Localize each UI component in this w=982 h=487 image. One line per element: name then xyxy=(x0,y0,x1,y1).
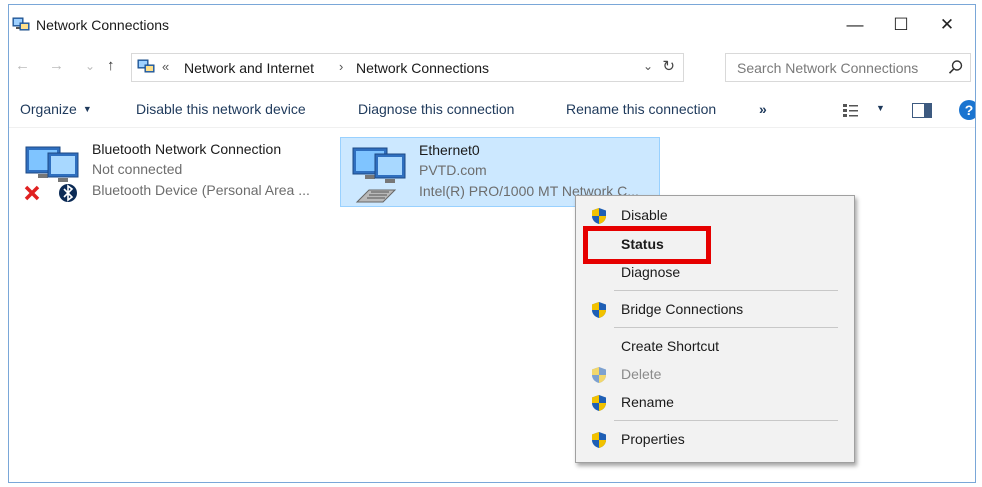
toolbar-divider xyxy=(9,127,975,128)
overflow-chevron[interactable]: « xyxy=(162,59,169,74)
menu-item-label: Delete xyxy=(621,366,662,382)
status-highlight-box xyxy=(583,226,711,264)
menu-item-label: Properties xyxy=(621,431,685,447)
search-input[interactable]: Search Network Connections xyxy=(725,53,971,82)
connection-status: Not connected xyxy=(92,161,183,177)
search-icon[interactable] xyxy=(948,59,964,75)
window-title: Network Connections xyxy=(36,17,170,33)
breadcrumb-separator[interactable]: › xyxy=(339,59,343,74)
refresh-icon[interactable]: ↻ xyxy=(662,57,675,75)
menu-item-label: Rename xyxy=(621,394,674,410)
dropdown-arrow-icon: ▼ xyxy=(82,104,92,114)
connection-name: Ethernet0 xyxy=(419,142,480,158)
connection-device: Bluetooth Device (Personal Area ... xyxy=(92,182,310,198)
menu-item-label: Create Shortcut xyxy=(621,338,720,354)
menu-item-label: Diagnose xyxy=(621,264,681,280)
change-view-icon[interactable] xyxy=(842,102,860,118)
organize-button[interactable]: Organize ▼ xyxy=(20,101,92,117)
address-dropdown-icon[interactable]: ⌄ xyxy=(643,59,653,73)
uac-shield-icon xyxy=(592,367,606,383)
menu-item-bridge-connections[interactable]: Bridge Connections xyxy=(576,296,854,322)
address-row: ← → ⌄ ↑ « Network and Internet › Network… xyxy=(9,53,975,83)
title-bar: Network Connections — ☐ ✕ xyxy=(9,5,975,45)
menu-item-rename[interactable]: Rename xyxy=(576,389,854,415)
bluetooth-network-icon xyxy=(24,146,79,202)
menu-item-disable[interactable]: Disable xyxy=(576,202,854,228)
rename-connection-button[interactable]: Rename this connection xyxy=(566,101,716,117)
menu-separator xyxy=(614,420,838,421)
command-bar: Organize ▼ Disable this network device Di… xyxy=(9,92,975,126)
menu-separator xyxy=(614,290,838,291)
minimize-button[interactable]: — xyxy=(832,5,878,45)
network-folder-icon xyxy=(137,59,155,73)
uac-shield-icon xyxy=(592,208,606,224)
connection-status: PVTD.com xyxy=(419,162,487,178)
recent-locations-button[interactable]: ⌄ xyxy=(85,59,95,73)
menu-item-label: Bridge Connections xyxy=(621,301,744,317)
organize-label: Organize xyxy=(20,101,77,117)
forward-button[interactable]: → xyxy=(49,57,64,74)
menu-item-properties[interactable]: Properties xyxy=(576,426,854,452)
help-icon[interactable]: ? xyxy=(959,100,975,120)
connection-item-bluetooth[interactable]: Bluetooth Network Connection Not connect… xyxy=(14,137,334,207)
back-button[interactable]: ← xyxy=(15,57,30,74)
breadcrumb-network-and-internet[interactable]: Network and Internet xyxy=(184,60,314,76)
connection-name: Bluetooth Network Connection xyxy=(92,141,282,157)
diagnose-connection-button[interactable]: Diagnose this connection xyxy=(358,101,514,117)
menu-item-delete: Delete xyxy=(576,361,854,387)
uac-shield-icon xyxy=(592,395,606,411)
preview-pane-icon[interactable] xyxy=(912,103,932,118)
close-button[interactable]: ✕ xyxy=(924,5,970,45)
menu-item-create-shortcut[interactable]: Create Shortcut xyxy=(576,333,854,359)
maximize-button[interactable]: ☐ xyxy=(878,5,924,45)
up-button[interactable]: ↑ xyxy=(107,57,115,74)
more-commands-button[interactable]: » xyxy=(759,101,767,117)
view-dropdown-icon[interactable]: ▼ xyxy=(876,103,885,113)
menu-separator xyxy=(614,327,838,328)
breadcrumb-network-connections[interactable]: Network Connections xyxy=(356,60,489,76)
network-folder-icon xyxy=(12,17,30,31)
menu-item-label: Disable xyxy=(621,207,668,223)
search-placeholder: Search Network Connections xyxy=(737,60,919,76)
uac-shield-icon xyxy=(592,302,606,318)
disable-device-button[interactable]: Disable this network device xyxy=(136,101,306,117)
ethernet-network-icon xyxy=(352,147,406,203)
address-bar[interactable]: « Network and Internet › Network Connect… xyxy=(131,53,684,82)
uac-shield-icon xyxy=(592,432,606,448)
